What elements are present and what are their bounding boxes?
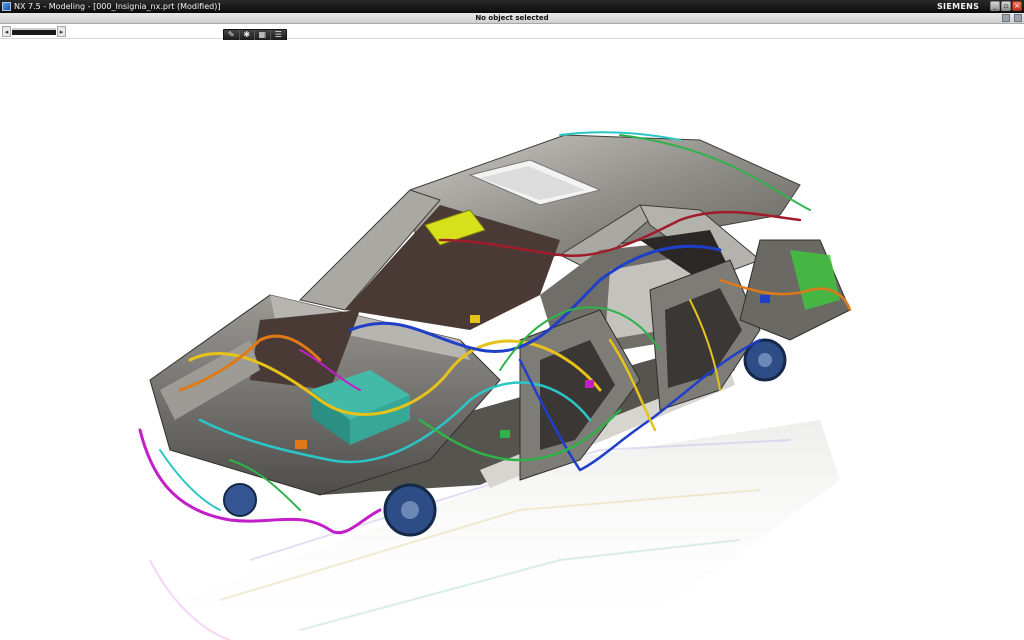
resource-bar: ◂ ▸: [0, 24, 1024, 39]
restore-layout-icon[interactable]: [1001, 14, 1010, 22]
siemens-brand: SIEMENS: [937, 2, 980, 11]
title-bar: NX 7.5 - Modeling - [000_Insignia_nx.prt…: [0, 0, 1024, 13]
grid-icon[interactable]: ▦: [255, 30, 271, 40]
window-title: NX 7.5 - Modeling - [000_Insignia_nx.prt…: [14, 2, 221, 11]
resource-bar-track[interactable]: [12, 28, 56, 35]
graphics-window[interactable]: [0, 40, 1024, 640]
status-message: No object selected: [475, 14, 549, 22]
nx-app-icon[interactable]: [2, 2, 11, 11]
settings-icon[interactable]: ✱: [240, 30, 256, 40]
layout-icon[interactable]: ☰: [271, 30, 286, 40]
panel-toggle-icon[interactable]: [1014, 14, 1022, 22]
car-body-model[interactable]: [0, 40, 1024, 640]
status-bar: No object selected: [0, 13, 1024, 24]
minimize-button[interactable]: _: [990, 1, 1000, 11]
scroll-left-button[interactable]: ◂: [2, 26, 11, 37]
maximize-button[interactable]: ▫: [1001, 1, 1011, 11]
close-button[interactable]: ×: [1012, 1, 1022, 11]
scroll-right-button[interactable]: ▸: [57, 26, 66, 37]
render-style-icon[interactable]: ✎: [224, 30, 240, 40]
